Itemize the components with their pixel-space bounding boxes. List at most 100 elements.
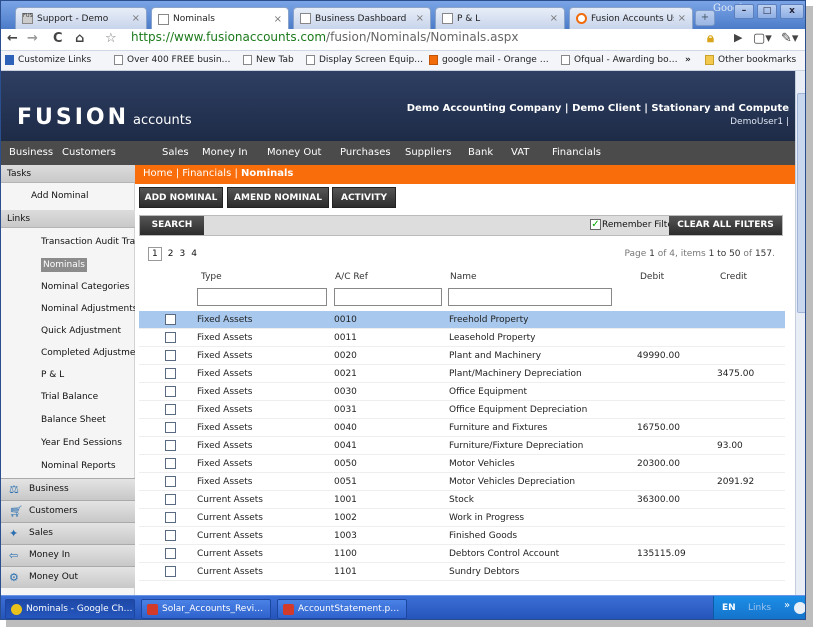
- new-tab-button[interactable]: +: [695, 10, 715, 26]
- breadcrumb-financials[interactable]: Financials: [182, 168, 231, 179]
- sidebar-section-sales[interactable]: ✦ Sales: [1, 522, 135, 544]
- scrollbar-thumb[interactable]: [797, 93, 805, 313]
- bookmark-ofqual[interactable]: Ofqual - Awarding bo…: [561, 55, 678, 65]
- page-menu-icon[interactable]: ▢▾: [753, 31, 772, 46]
- nav-suppliers[interactable]: Suppliers: [405, 147, 451, 158]
- row-checkbox[interactable]: [165, 314, 176, 325]
- page-link-2[interactable]: 2: [168, 249, 174, 259]
- clear-all-filters-button[interactable]: CLEAR ALL FILTERS: [669, 216, 782, 235]
- table-row[interactable]: Current Assets 1002 Work in Progress: [139, 509, 785, 527]
- row-checkbox[interactable]: [165, 440, 176, 451]
- bookmark-star-icon[interactable]: ☆: [105, 31, 117, 46]
- type-filter-input[interactable]: [197, 288, 327, 306]
- breadcrumb-home[interactable]: Home: [143, 168, 173, 179]
- address-bar[interactable]: https://www.fusionaccounts.com/fusion/No…: [131, 30, 518, 44]
- sidebar-item-nominal-categories[interactable]: Nominal Categories: [1, 277, 135, 299]
- sidebar-section-money-out[interactable]: ⚙ Money Out: [1, 566, 135, 588]
- close-icon[interactable]: ×: [132, 13, 140, 24]
- row-checkbox[interactable]: [165, 386, 176, 397]
- sidebar-item-completed-adjustment[interactable]: Completed Adjustment: [1, 343, 135, 365]
- tab-nominals[interactable]: Nominals ×: [151, 7, 289, 30]
- bookmark-customize-links[interactable]: Customize Links: [5, 55, 91, 65]
- activity-button[interactable]: ACTIVITY: [332, 187, 396, 208]
- sidebar-section-money-in[interactable]: ⇦ Money In: [1, 544, 135, 566]
- bookmark-overflow-chevron[interactable]: »: [685, 55, 691, 65]
- reload-icon[interactable]: C: [53, 31, 63, 46]
- close-icon[interactable]: ×: [416, 13, 424, 24]
- nav-financials[interactable]: Financials: [552, 147, 601, 158]
- nav-money-in[interactable]: Money In: [202, 147, 248, 158]
- nav-bank[interactable]: Bank: [468, 147, 493, 158]
- sidebar-section-customers[interactable]: 🛒︎ Customers: [1, 500, 135, 522]
- row-checkbox[interactable]: [165, 332, 176, 343]
- row-checkbox[interactable]: [165, 512, 176, 523]
- bookmark-google-mail[interactable]: google mail - Orange …: [429, 55, 549, 65]
- row-checkbox[interactable]: [165, 422, 176, 433]
- nav-business[interactable]: Business: [9, 147, 53, 158]
- links-toolbar-label[interactable]: Links: [748, 603, 771, 613]
- maximize-button[interactable]: □: [757, 4, 777, 19]
- row-checkbox[interactable]: [165, 530, 176, 541]
- fusion-accounts-logo[interactable]: FUSION accounts: [17, 105, 192, 130]
- bookmark-display-screen[interactable]: Display Screen Equip…: [306, 55, 423, 65]
- play-icon[interactable]: ▶: [734, 31, 742, 44]
- sidebar-item-trial-balance[interactable]: Trial Balance: [1, 387, 135, 409]
- table-row[interactable]: Fixed Assets 0040 Furniture and Fixtures 16…: [139, 419, 785, 437]
- search-button[interactable]: SEARCH: [140, 216, 204, 235]
- lock-icon[interactable]: 🔒︎: [707, 31, 714, 46]
- column-header-debit[interactable]: Debit: [640, 272, 664, 282]
- tray-app-icon[interactable]: [794, 602, 805, 614]
- table-row[interactable]: Fixed Assets 0051 Motor Vehicles Depreciat…: [139, 473, 785, 491]
- table-row[interactable]: Fixed Assets 0050 Motor Vehicles 20300.00: [139, 455, 785, 473]
- minimize-button[interactable]: –: [734, 4, 754, 19]
- table-row[interactable]: Fixed Assets 0021 Plant/Machinery Deprecia…: [139, 365, 785, 383]
- ac-ref-filter-input[interactable]: [334, 288, 442, 306]
- bookmark-other[interactable]: Other bookmarks: [705, 55, 796, 65]
- table-row[interactable]: Fixed Assets 0030 Office Equipment: [139, 383, 785, 401]
- table-row[interactable]: Current Assets 1101 Sundry Debtors: [139, 563, 785, 581]
- sidebar-item-p-and-l[interactable]: P & L: [1, 365, 135, 387]
- table-row[interactable]: Current Assets 1003 Finished Goods: [139, 527, 785, 545]
- table-row[interactable]: Fixed Assets 0011 Leasehold Property: [139, 329, 785, 347]
- row-checkbox[interactable]: [165, 476, 176, 487]
- close-icon[interactable]: ×: [678, 13, 686, 24]
- row-checkbox[interactable]: [165, 368, 176, 379]
- row-checkbox[interactable]: [165, 404, 176, 415]
- remember-filter[interactable]: ✓ Remember Filter: [590, 219, 677, 230]
- bookmark-new-tab[interactable]: New Tab: [243, 55, 294, 65]
- wrench-menu-icon[interactable]: ✎▾: [781, 31, 798, 46]
- tab-fusion-accounts[interactable]: Fusion Accounts Us… ×: [569, 7, 693, 29]
- page-link-3[interactable]: 3: [179, 249, 185, 259]
- table-row[interactable]: Fixed Assets 0010 Freehold Property: [139, 311, 785, 329]
- taskbar-item-chrome[interactable]: Nominals - Google Ch…: [5, 599, 135, 619]
- add-nominal-button[interactable]: ADD NOMINAL: [139, 187, 223, 208]
- close-icon[interactable]: ×: [274, 14, 282, 25]
- page-link-4[interactable]: 4: [191, 249, 197, 259]
- row-checkbox[interactable]: [165, 458, 176, 469]
- tray-chevron-icon[interactable]: »: [784, 600, 790, 611]
- table-row[interactable]: Current Assets 1001 Stock 36300.00: [139, 491, 785, 509]
- tab-support-demo[interactable]: FUS Support - Demo ×: [15, 7, 147, 29]
- page-link-1[interactable]: 1: [148, 247, 162, 261]
- row-checkbox[interactable]: [165, 548, 176, 559]
- nav-vat[interactable]: VAT: [511, 147, 529, 158]
- column-header-name[interactable]: Name: [450, 272, 477, 282]
- column-header-credit[interactable]: Credit: [720, 272, 747, 282]
- column-header-ac-ref[interactable]: A/C Ref: [335, 272, 368, 282]
- sidebar-item-nominal-adjustments[interactable]: Nominal Adjustments: [1, 299, 135, 321]
- amend-nominal-button[interactable]: AMEND NOMINAL: [227, 187, 329, 208]
- close-window-button[interactable]: x: [780, 4, 804, 19]
- name-filter-input[interactable]: [448, 288, 612, 306]
- sidebar-section-business[interactable]: ⚖ Business: [1, 478, 135, 500]
- column-header-type[interactable]: Type: [201, 272, 222, 282]
- sidebar-item-transaction-audit-trail[interactable]: Transaction Audit Trail: [1, 232, 135, 254]
- bookmark-over-400[interactable]: Over 400 FREE busin…: [114, 55, 231, 65]
- table-row[interactable]: Fixed Assets 0041 Furniture/Fixture Deprec…: [139, 437, 785, 455]
- sidebar-item-nominals[interactable]: Nominals: [1, 255, 135, 277]
- taskbar-item-solar-accounts[interactable]: Solar_Accounts_Revi…: [141, 599, 271, 619]
- language-indicator[interactable]: EN: [722, 603, 736, 613]
- tab-p-and-l[interactable]: P & L ×: [435, 7, 565, 29]
- table-row[interactable]: Fixed Assets 0031 Office Equipment Depreci…: [139, 401, 785, 419]
- remember-filter-checkbox[interactable]: ✓: [590, 219, 601, 230]
- taskbar-item-account-statement[interactable]: AccountStatement.p…: [277, 599, 407, 619]
